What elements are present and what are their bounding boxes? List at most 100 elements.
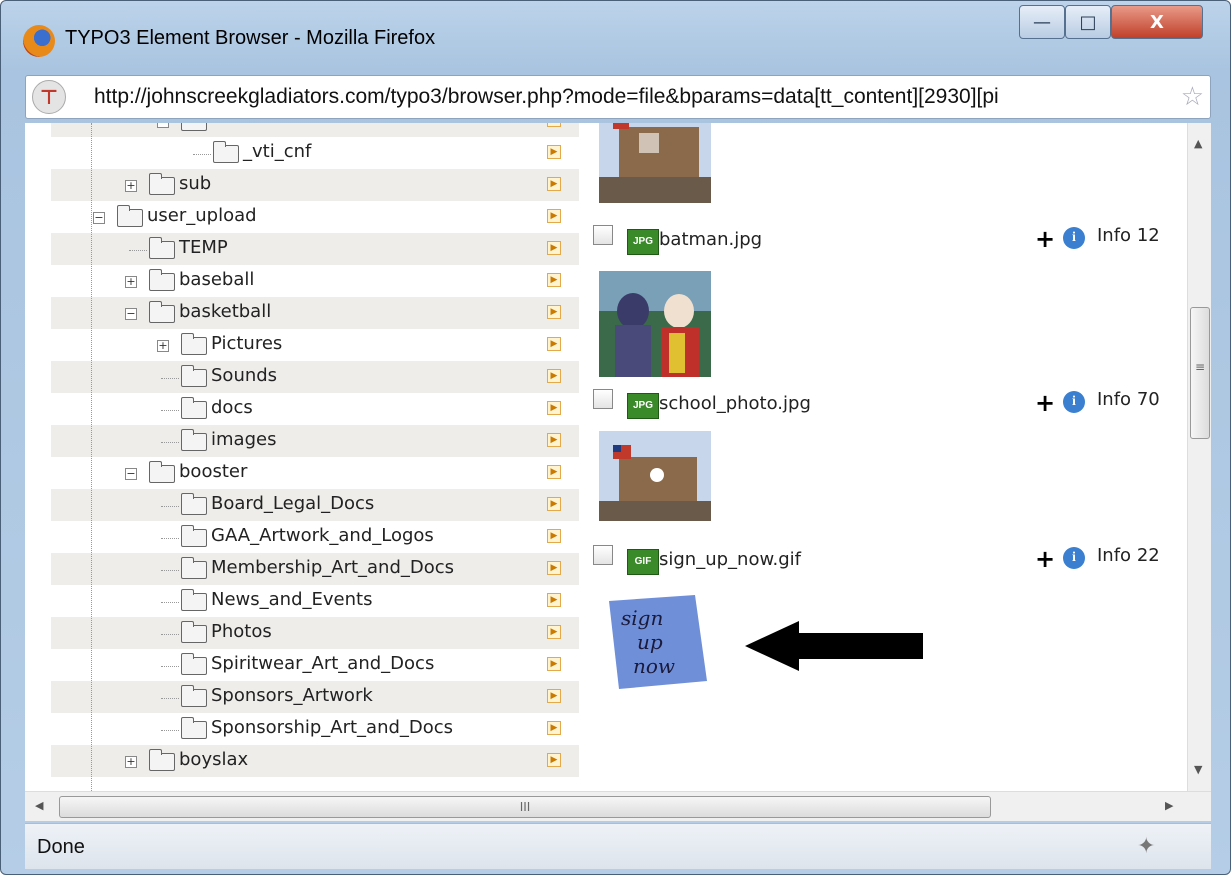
vertical-scrollbar[interactable]: ▲ ≡ ▼	[1187, 123, 1211, 791]
collapse-icon[interactable]: −	[93, 212, 105, 224]
tree-item-label[interactable]: baseball	[179, 269, 254, 290]
tree-item-label[interactable]: booster	[179, 461, 247, 482]
tree-item-label[interactable]: boyslax	[179, 749, 248, 770]
collapse-icon[interactable]: −	[125, 308, 137, 320]
tree-item-label[interactable]: sub	[179, 173, 211, 194]
add-file-icon[interactable]: +	[1035, 545, 1055, 573]
thumbnail-sign-up-now[interactable]: sign up now	[599, 589, 711, 695]
tree-item[interactable]: docs ▶	[51, 393, 579, 425]
tree-item[interactable]: −▶	[51, 123, 579, 137]
tree-item[interactable]: + baseball ▶	[51, 265, 579, 297]
horizontal-scroll-thumb[interactable]: III	[59, 796, 991, 818]
open-folder-arrow-icon[interactable]: ▶	[547, 689, 561, 703]
info-label[interactable]: Info 22	[1097, 545, 1160, 566]
tree-item-label[interactable]: docs	[211, 397, 253, 418]
add-file-icon[interactable]: +	[1035, 225, 1055, 253]
open-folder-arrow-icon[interactable]: ▶	[547, 497, 561, 511]
add-file-icon[interactable]: +	[1035, 389, 1055, 417]
open-folder-arrow-icon[interactable]: ▶	[547, 177, 561, 191]
maximize-button[interactable]: □	[1065, 5, 1111, 39]
tree-item-label[interactable]: _vti_cnf	[243, 141, 311, 162]
open-folder-arrow-icon[interactable]: ▶	[547, 529, 561, 543]
expand-icon[interactable]: +	[125, 276, 137, 288]
open-folder-arrow-icon[interactable]: ▶	[547, 209, 561, 223]
tree-item-label[interactable]: Sponsors_Artwork	[211, 685, 373, 706]
tree-item-label[interactable]: user_upload	[147, 205, 257, 226]
tree-item[interactable]: + Pictures ▶	[51, 329, 579, 361]
address-bar[interactable]: ⊤ http://johnscreekgladiators.com/typo3/…	[25, 75, 1211, 119]
tree-item[interactable]: + boyslax ▶	[51, 745, 579, 777]
minimize-button[interactable]: —	[1019, 5, 1065, 39]
file-checkbox[interactable]	[593, 545, 613, 565]
tree-item-label[interactable]: Spiritwear_Art_and_Docs	[211, 653, 434, 674]
scroll-down-arrow-icon[interactable]: ▼	[1194, 763, 1202, 776]
tree-item[interactable]: Photos ▶	[51, 617, 579, 649]
tree-item[interactable]: GAA_Artwork_and_Logos ▶	[51, 521, 579, 553]
info-icon[interactable]: i	[1063, 547, 1085, 569]
tree-item[interactable]: Sounds ▶	[51, 361, 579, 393]
open-folder-arrow-icon[interactable]: ▶	[547, 241, 561, 255]
tree-item[interactable]: TEMP ▶	[51, 233, 579, 265]
file-name[interactable]: batman.jpg	[659, 229, 762, 250]
open-folder-arrow-icon[interactable]: ▶	[547, 625, 561, 639]
tree-item-label[interactable]: GAA_Artwork_and_Logos	[211, 525, 434, 546]
url-text[interactable]: http://johnscreekgladiators.com/typo3/br…	[94, 85, 1174, 109]
open-folder-arrow-icon[interactable]: ▶	[547, 721, 561, 735]
tree-item[interactable]: − basketball ▶	[51, 297, 579, 329]
expand-icon[interactable]: +	[157, 340, 169, 352]
open-folder-arrow-icon[interactable]: ▶	[547, 561, 561, 575]
scroll-right-arrow-icon[interactable]: ▶	[1165, 799, 1173, 812]
open-folder-arrow-icon[interactable]: ▶	[547, 465, 561, 479]
file-name[interactable]: sign_up_now.gif	[659, 549, 801, 570]
tree-item-label[interactable]: Board_Legal_Docs	[211, 493, 374, 514]
tree-item[interactable]: − booster ▶	[51, 457, 579, 489]
file-name[interactable]: school_photo.jpg	[659, 393, 811, 414]
tree-item[interactable]: Board_Legal_Docs ▶	[51, 489, 579, 521]
tree-item-label[interactable]: images	[211, 429, 276, 450]
expand-icon[interactable]: +	[125, 756, 137, 768]
open-folder-arrow-icon[interactable]: ▶	[547, 369, 561, 383]
thumbnail-school-photo[interactable]	[599, 431, 711, 521]
open-folder-arrow-icon[interactable]: ▶	[547, 305, 561, 319]
file-checkbox[interactable]	[593, 389, 613, 409]
expand-icon[interactable]: +	[125, 180, 137, 192]
file-checkbox[interactable]	[593, 225, 613, 245]
horizontal-scrollbar[interactable]: ◀ III ▶	[25, 791, 1211, 821]
open-folder-arrow-icon[interactable]: ▶	[547, 123, 561, 127]
tree-item-label[interactable]: Photos	[211, 621, 272, 642]
collapse-icon[interactable]: −	[157, 123, 169, 128]
tree-item-label[interactable]: Sounds	[211, 365, 277, 386]
tree-item-label[interactable]: Sponsorship_Art_and_Docs	[211, 717, 453, 738]
open-folder-arrow-icon[interactable]: ▶	[547, 593, 561, 607]
tree-item-label[interactable]: TEMP	[179, 237, 228, 258]
info-icon[interactable]: i	[1063, 391, 1085, 413]
tree-item[interactable]: Sponsorship_Art_and_Docs ▶	[51, 713, 579, 745]
open-folder-arrow-icon[interactable]: ▶	[547, 145, 561, 159]
open-folder-arrow-icon[interactable]: ▶	[547, 657, 561, 671]
tree-item-label[interactable]: Pictures	[211, 333, 282, 354]
open-folder-arrow-icon[interactable]: ▶	[547, 337, 561, 351]
open-folder-arrow-icon[interactable]: ▶	[547, 433, 561, 447]
thumbnail-partial[interactable]	[599, 123, 711, 203]
thumbnail-batman[interactable]	[599, 271, 711, 377]
tree-item[interactable]: News_and_Events ▶	[51, 585, 579, 617]
tree-item[interactable]: Membership_Art_and_Docs ▶	[51, 553, 579, 585]
collapse-icon[interactable]: −	[125, 468, 137, 480]
open-folder-arrow-icon[interactable]: ▶	[547, 753, 561, 767]
tree-item[interactable]: images ▶	[51, 425, 579, 457]
tree-item[interactable]: Spiritwear_Art_and_Docs ▶	[51, 649, 579, 681]
info-label[interactable]: Info 12	[1097, 225, 1160, 246]
open-folder-arrow-icon[interactable]: ▶	[547, 401, 561, 415]
bookmark-star-icon[interactable]: ☆	[1181, 82, 1204, 112]
tree-item-label[interactable]: Membership_Art_and_Docs	[211, 557, 454, 578]
scroll-up-arrow-icon[interactable]: ▲	[1194, 137, 1202, 150]
tree-item[interactable]: _vti_cnf ▶	[51, 137, 579, 169]
tree-item[interactable]: Sponsors_Artwork ▶	[51, 681, 579, 713]
close-button[interactable]: X	[1111, 5, 1203, 39]
tree-item[interactable]: − user_upload ▶	[51, 201, 579, 233]
tree-item[interactable]: + sub ▶	[51, 169, 579, 201]
open-folder-arrow-icon[interactable]: ▶	[547, 273, 561, 287]
info-icon[interactable]: i	[1063, 227, 1085, 249]
tree-item-label[interactable]: basketball	[179, 301, 271, 322]
info-label[interactable]: Info 70	[1097, 389, 1160, 410]
